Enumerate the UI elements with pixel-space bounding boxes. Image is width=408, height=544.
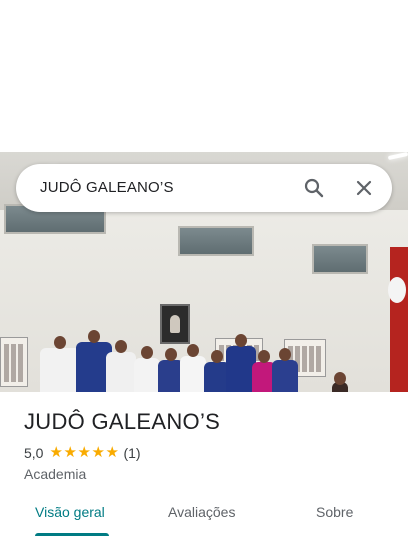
review-count[interactable]: (1) [123, 445, 140, 461]
photo-balloon [388, 277, 406, 303]
place-category: Academia [24, 466, 87, 482]
tab-about[interactable]: Sobre [316, 504, 353, 520]
rating-value: 5,0 [24, 445, 44, 461]
place-title: JUDÔ GALEANO’S [24, 409, 221, 434]
top-blank-area [0, 0, 408, 152]
close-icon[interactable] [352, 176, 376, 200]
rating-row[interactable]: 5,0 ★ ★ ★ ★ ★ (1) [24, 444, 141, 462]
star-icon: ★ [63, 444, 77, 461]
search-icon[interactable] [302, 176, 326, 200]
search-bar[interactable]: JUDÔ GALEANO’S [16, 164, 392, 212]
star-icon: ★ [105, 444, 119, 461]
photo-window [178, 226, 254, 256]
photo-red-wall [390, 247, 408, 392]
star-rating: ★ ★ ★ ★ ★ [49, 444, 119, 461]
photo-poster [0, 337, 28, 387]
search-query[interactable]: JUDÔ GALEANO’S [40, 179, 174, 196]
photo-people [40, 330, 370, 392]
tab-overview[interactable]: Visão geral [35, 504, 105, 520]
photo-window [312, 244, 368, 274]
star-icon: ★ [77, 444, 91, 461]
tab-reviews[interactable]: Avaliações [168, 504, 235, 520]
star-icon: ★ [49, 444, 63, 461]
star-icon: ★ [91, 444, 105, 461]
active-tab-indicator [35, 533, 109, 536]
place-tabs: Visão geral Avaliações Sobre [0, 492, 408, 544]
